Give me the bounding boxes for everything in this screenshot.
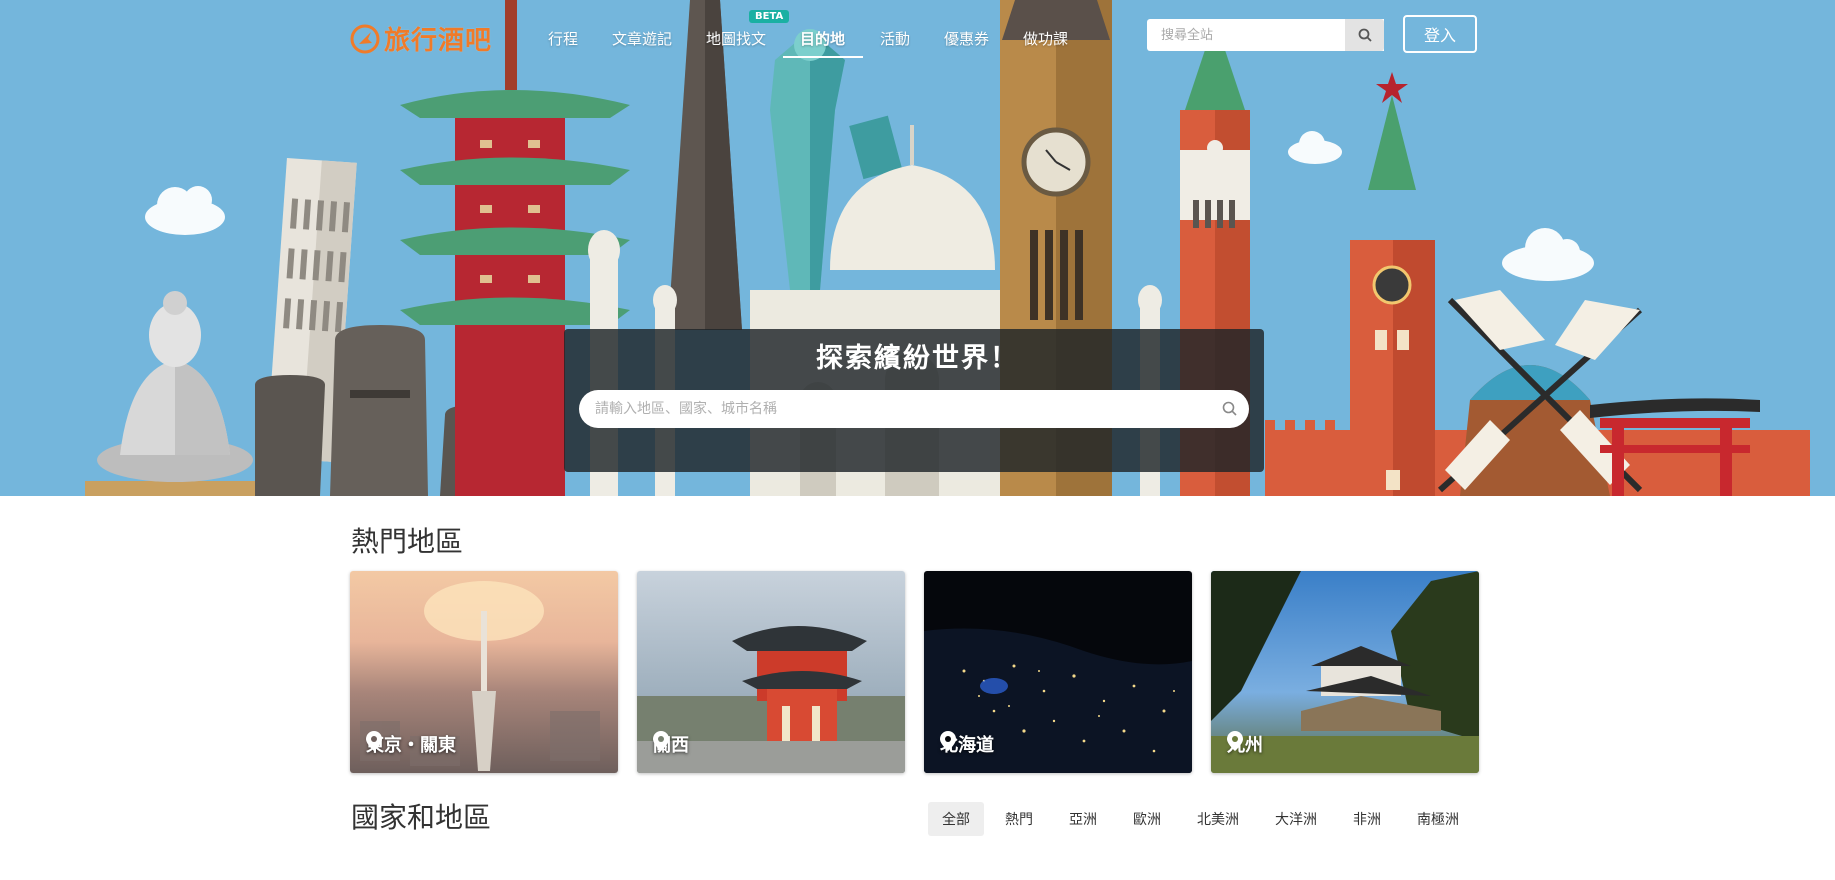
region-card-kyushu[interactable]: 九州 (1211, 571, 1479, 773)
top-navigation: 旅行酒吧 行程 文章遊記 地圖找文 BETA 目的地 活動 優惠券 做功課 登入 (0, 0, 1835, 72)
logo-text: 旅行酒吧 (384, 26, 493, 56)
map-pin-icon (653, 731, 669, 751)
map-pin-icon (940, 731, 956, 751)
nav-item-destinations[interactable]: 目的地 (800, 28, 845, 49)
nav-item-events[interactable]: 活動 (880, 28, 910, 49)
hero-title: 探索繽紛世界！ (816, 343, 1019, 374)
nav-item-research[interactable]: 做功課 (1023, 28, 1068, 49)
filter-tab-all[interactable]: 全部 (928, 802, 984, 836)
nav-item-map-search[interactable]: 地圖找文 (706, 28, 766, 49)
site-logo[interactable]: 旅行酒吧 (350, 20, 492, 57)
nav-item-itinerary[interactable]: 行程 (548, 28, 578, 49)
login-button[interactable]: 登入 (1403, 15, 1477, 53)
map-pin-icon (366, 731, 382, 751)
filter-tab-oceania[interactable]: 大洋洲 (1261, 802, 1331, 836)
countries-title: 國家和地區 (351, 801, 492, 834)
active-nav-underline (783, 56, 863, 58)
nav-item-coupons[interactable]: 優惠券 (944, 28, 989, 49)
region-card-hokkaido[interactable]: 北海道 (924, 571, 1192, 773)
filter-tab-north-america[interactable]: 北美洲 (1183, 802, 1253, 836)
site-search-button[interactable] (1345, 19, 1384, 51)
filter-tab-popular[interactable]: 熱門 (991, 802, 1047, 836)
region-card-tokyo[interactable]: 東京・關東 (350, 571, 618, 773)
filter-tab-asia[interactable]: 亞洲 (1055, 802, 1111, 836)
beta-badge: BETA (749, 10, 790, 23)
region-card-kansai[interactable]: 關西 (637, 571, 905, 773)
destination-search-input[interactable] (579, 390, 1249, 428)
filter-tab-africa[interactable]: 非洲 (1339, 802, 1395, 836)
search-icon (1358, 28, 1372, 42)
filter-tab-antarctica[interactable]: 南極洲 (1403, 802, 1473, 836)
search-icon[interactable] (1221, 400, 1239, 418)
filter-tab-europe[interactable]: 歐洲 (1119, 802, 1175, 836)
popular-regions-title: 熱門地區 (351, 525, 464, 558)
travel-logo-icon (350, 24, 380, 53)
map-pin-icon (1227, 731, 1243, 751)
nav-item-articles[interactable]: 文章遊記 (612, 28, 672, 49)
